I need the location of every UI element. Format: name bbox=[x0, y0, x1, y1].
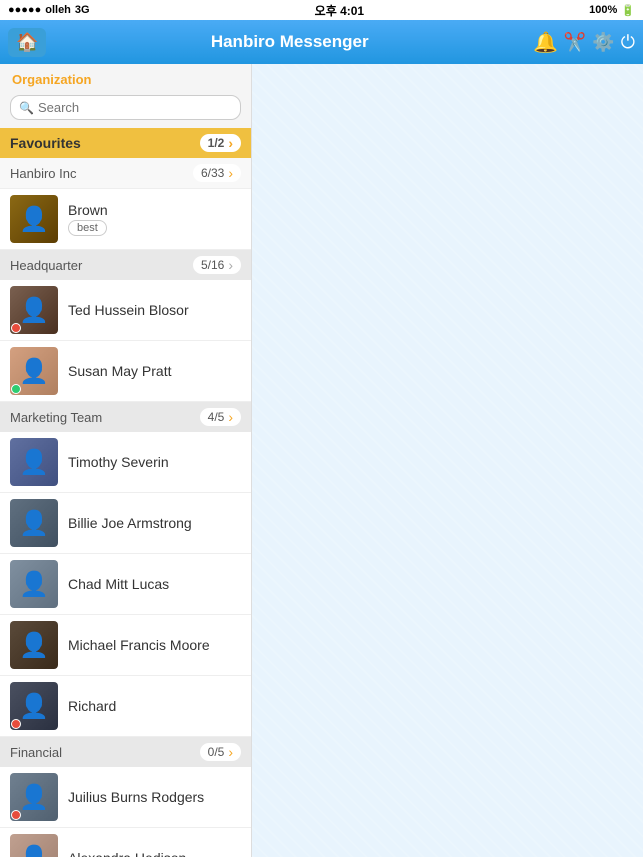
notifications-icon[interactable]: 🔔 bbox=[533, 30, 558, 55]
fin-arrow-icon: › bbox=[228, 744, 233, 760]
timothy-face: 👤 bbox=[10, 438, 58, 486]
brown-tag: best bbox=[68, 220, 107, 236]
ted-name: Ted Hussein Blosor bbox=[68, 302, 189, 318]
header-title: Hanbiro Messenger bbox=[46, 32, 533, 52]
settings-icon[interactable]: ⚙️ bbox=[592, 32, 614, 53]
avatar-wrap-julius: 👤 bbox=[10, 773, 58, 821]
contact-julius[interactable]: 👤 Juilius Burns Rodgers bbox=[0, 767, 251, 828]
hanbiro-arrow-icon: › bbox=[228, 165, 233, 181]
contact-ted[interactable]: 👤 Ted Hussein Blosor bbox=[0, 280, 251, 341]
status-left: ●●●●● olleh 3G bbox=[8, 4, 90, 16]
power-icon[interactable]: ⏻ bbox=[621, 32, 635, 53]
timothy-name: Timothy Severin bbox=[68, 454, 169, 470]
section-headquarter[interactable]: Headquarter 5/16 › bbox=[0, 250, 251, 280]
chad-name: Chad Mitt Lucas bbox=[68, 576, 169, 592]
alexandra-face: 👤 bbox=[10, 834, 58, 857]
org-label: Organization bbox=[0, 64, 251, 91]
network-label: 3G bbox=[75, 4, 90, 16]
mkt-arrow-icon: › bbox=[228, 409, 233, 425]
home-button[interactable]: 🏠 bbox=[8, 28, 46, 57]
hanbiro-inc-row[interactable]: Hanbiro Inc 6/33 › bbox=[0, 158, 251, 189]
mkt-label: Marketing Team bbox=[10, 410, 102, 425]
contact-susan[interactable]: 👤 Susan May Pratt bbox=[0, 341, 251, 402]
billie-name: Billie Joe Armstrong bbox=[68, 515, 192, 531]
hanbiro-label: Hanbiro Inc bbox=[10, 166, 76, 181]
susan-status-dot bbox=[11, 384, 21, 394]
search-input[interactable] bbox=[38, 100, 232, 115]
richard-status-dot bbox=[11, 719, 21, 729]
avatar-wrap-alexandra: 👤 bbox=[10, 834, 58, 857]
main-layout: Organization 🔍 Favourites 1/2 › Hanbiro … bbox=[0, 64, 643, 857]
content-area bbox=[252, 64, 643, 857]
section-marketing[interactable]: Marketing Team 4/5 › bbox=[0, 402, 251, 432]
chad-face: 👤 bbox=[10, 560, 58, 608]
alexandra-name: Alexandra Hedison bbox=[68, 850, 186, 857]
contact-brown[interactable]: 👤 Brown best bbox=[0, 189, 251, 250]
status-right: 100% 🔋 bbox=[589, 4, 635, 17]
battery-label: 100% bbox=[589, 4, 617, 16]
avatar-wrap-susan: 👤 bbox=[10, 347, 58, 395]
avatar-timothy: 👤 bbox=[10, 438, 58, 486]
favourites-label: Favourites bbox=[10, 135, 81, 151]
avatar-wrap-ted: 👤 bbox=[10, 286, 58, 334]
brown-name: Brown bbox=[68, 202, 108, 218]
susan-name: Susan May Pratt bbox=[68, 363, 172, 379]
search-icon: 🔍 bbox=[19, 101, 34, 115]
carrier-label: olleh bbox=[45, 4, 71, 16]
contact-richard[interactable]: 👤 Richard bbox=[0, 676, 251, 737]
contact-billie[interactable]: 👤 Billie Joe Armstrong bbox=[0, 493, 251, 554]
avatar-wrap-chad: 👤 bbox=[10, 560, 58, 608]
status-bar: ●●●●● olleh 3G 오후 4:01 100% 🔋 bbox=[0, 0, 643, 20]
michael-face: 👤 bbox=[10, 621, 58, 669]
scissors-icon[interactable]: ✂️ bbox=[564, 32, 586, 53]
hq-label: Headquarter bbox=[10, 258, 82, 273]
brown-info: Brown best bbox=[68, 202, 108, 236]
avatar-wrap-billie: 👤 bbox=[10, 499, 58, 547]
sidebar-list: Favourites 1/2 › Hanbiro Inc 6/33 › 👤 bbox=[0, 128, 251, 857]
avatar-wrap-michael: 👤 bbox=[10, 621, 58, 669]
header-actions: 🔔 ✂️ ⚙️ ⏻ bbox=[533, 30, 635, 55]
brown-face: 👤 bbox=[10, 195, 58, 243]
battery-icon: 🔋 bbox=[621, 4, 635, 17]
hq-badge: 5/16 › bbox=[193, 256, 241, 274]
avatar-wrap-brown: 👤 bbox=[10, 195, 58, 243]
avatar-chad: 👤 bbox=[10, 560, 58, 608]
fin-badge: 0/5 › bbox=[200, 743, 241, 761]
section-financial[interactable]: Financial 0/5 › bbox=[0, 737, 251, 767]
ted-status-dot bbox=[11, 323, 21, 333]
mkt-badge: 4/5 › bbox=[200, 408, 241, 426]
favourites-badge: 1/2 › bbox=[200, 134, 241, 152]
contact-alexandra[interactable]: 👤 Alexandra Hedison bbox=[0, 828, 251, 857]
avatar-billie: 👤 bbox=[10, 499, 58, 547]
avatar-michael: 👤 bbox=[10, 621, 58, 669]
favourites-arrow-icon: › bbox=[228, 135, 233, 151]
hanbiro-badge: 6/33 › bbox=[193, 164, 241, 182]
search-container: 🔍 bbox=[0, 91, 251, 128]
contact-michael[interactable]: 👤 Michael Francis Moore bbox=[0, 615, 251, 676]
contact-timothy[interactable]: 👤 Timothy Severin bbox=[0, 432, 251, 493]
avatar-wrap-richard: 👤 bbox=[10, 682, 58, 730]
julius-status-dot bbox=[11, 810, 21, 820]
julius-name: Juilius Burns Rodgers bbox=[68, 789, 204, 805]
richard-name: Richard bbox=[68, 698, 116, 714]
home-icon: 🏠 bbox=[16, 32, 38, 53]
sidebar: Organization 🔍 Favourites 1/2 › Hanbiro … bbox=[0, 64, 252, 857]
contact-chad[interactable]: 👤 Chad Mitt Lucas bbox=[0, 554, 251, 615]
avatar-brown: 👤 bbox=[10, 195, 58, 243]
section-favourites[interactable]: Favourites 1/2 › bbox=[0, 128, 251, 158]
fin-label: Financial bbox=[10, 745, 62, 760]
billie-face: 👤 bbox=[10, 499, 58, 547]
avatar-wrap-timothy: 👤 bbox=[10, 438, 58, 486]
time-label: 오후 4:01 bbox=[315, 2, 364, 19]
michael-name: Michael Francis Moore bbox=[68, 637, 210, 653]
hq-arrow-icon: › bbox=[228, 257, 233, 273]
signal-dots: ●●●●● bbox=[8, 4, 41, 16]
avatar-alexandra: 👤 bbox=[10, 834, 58, 857]
search-box: 🔍 bbox=[10, 95, 241, 120]
app-header: 🏠 Hanbiro Messenger 🔔 ✂️ ⚙️ ⏻ bbox=[0, 20, 643, 64]
